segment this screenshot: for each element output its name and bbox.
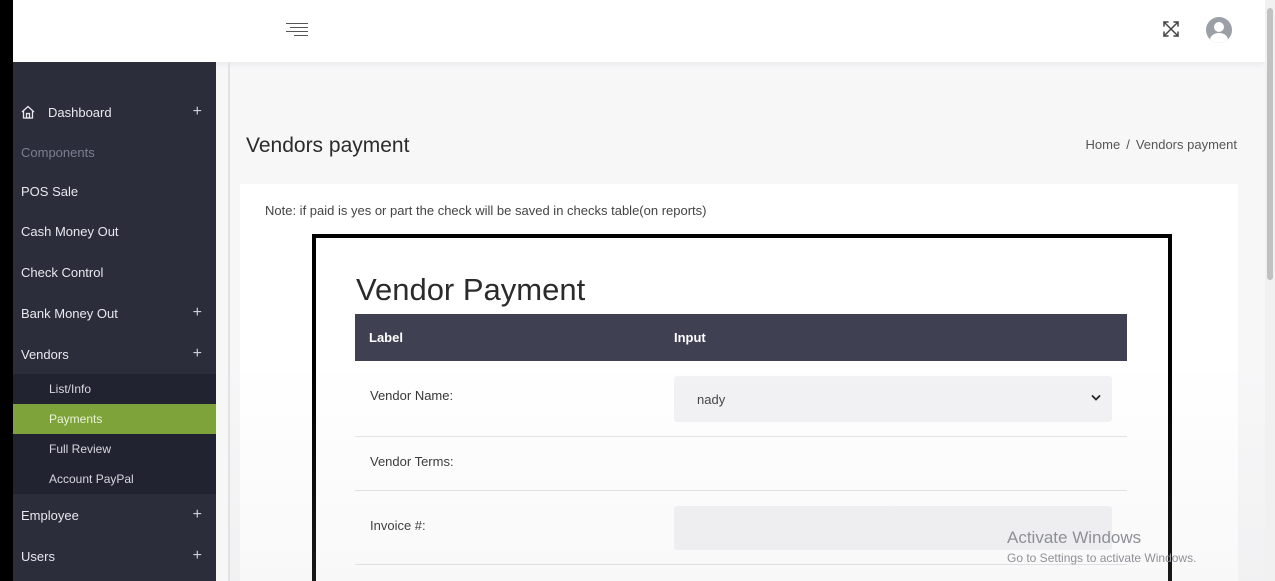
sidebar-item-label: Check Control	[21, 264, 104, 280]
vendor-name-value: nady	[697, 392, 726, 407]
sidebar-subitem-label: Payments	[49, 412, 103, 426]
sidebar-section-label: Components	[21, 144, 95, 160]
menu-icon[interactable]	[286, 21, 308, 39]
invoice-number-label: Invoice #:	[370, 518, 426, 533]
activate-windows-watermark: Activate Windows Go to Settings to activ…	[1007, 528, 1196, 565]
column-header-label: Label	[369, 330, 403, 345]
sidebar-section-components: Components	[13, 132, 216, 172]
sidebar-item-bank-money-out[interactable]: Bank Money Out +	[13, 293, 216, 333]
sidebar-subitem-account-paypal[interactable]: Account PayPal	[13, 464, 216, 494]
page-scrollbar[interactable]	[1265, 0, 1275, 581]
vendor-name-select[interactable]: nady	[674, 376, 1112, 422]
column-header-input: Input	[674, 330, 706, 345]
sidebar-item-label: Employee	[21, 507, 79, 523]
sidebar-item-label: Cash Money Out	[21, 223, 119, 239]
user-avatar-icon[interactable]	[1206, 17, 1232, 43]
sidebar-item-check-control[interactable]: Check Control	[13, 252, 216, 292]
vendors-submenu: List/Info Payments Full Review Account P…	[13, 374, 216, 494]
watermark-line-2: Go to Settings to activate Windows.	[1007, 551, 1197, 565]
expand-plus-icon: +	[192, 345, 202, 362]
sidebar-subitem-list-info[interactable]: List/Info	[13, 374, 216, 404]
sidebar-item-label: Users	[21, 548, 55, 564]
house-icon	[21, 105, 35, 119]
watermark-line-1: Activate Windows	[1007, 528, 1142, 547]
sidebar-item-label: Vendors	[21, 346, 69, 362]
sidebar-item-pos-sale[interactable]: POS Sale	[13, 171, 216, 211]
sidebar-item-cash-money-out[interactable]: Cash Money Out	[13, 211, 216, 251]
sidebar-subitem-label: Full Review	[49, 442, 112, 456]
expand-plus-icon: +	[192, 304, 202, 321]
payment-note: Note: if paid is yes or part the check w…	[265, 203, 707, 218]
sidebar-subitem-label: Account PayPal	[49, 472, 134, 486]
sidebar-item-dashboard[interactable]: Dashboard +	[13, 92, 216, 132]
sidebar-subitem-label: List/Info	[49, 382, 92, 396]
form-table-header: Label Input	[355, 314, 1127, 361]
breadcrumb-home-link[interactable]: Home	[1086, 137, 1121, 152]
sidebar-item-employee[interactable]: Employee +	[13, 495, 216, 535]
vendor-name-label: Vendor Name:	[370, 388, 454, 403]
left-edge-bar	[0, 0, 13, 581]
chevron-down-icon	[1091, 395, 1101, 401]
breadcrumb: Home / Vendors payment	[1086, 137, 1238, 152]
row-divider	[355, 436, 1127, 437]
content-divider	[228, 62, 230, 581]
sidebar-item-label: POS Sale	[21, 183, 79, 199]
vendor-terms-label: Vendor Terms:	[370, 454, 454, 469]
fullscreen-icon[interactable]	[1162, 20, 1180, 38]
sidebar-item-vendors[interactable]: Vendors +	[13, 334, 216, 374]
breadcrumb-separator: /	[1126, 137, 1130, 152]
page-title: Vendors payment	[246, 134, 410, 157]
expand-plus-icon: +	[192, 506, 202, 523]
expand-plus-icon: +	[192, 103, 202, 120]
sidebar-item-label: Dashboard	[48, 104, 112, 120]
expand-plus-icon: +	[192, 547, 202, 564]
sidebar-subitem-full-review[interactable]: Full Review	[13, 434, 216, 464]
breadcrumb-current: Vendors payment	[1135, 137, 1237, 152]
scrollbar-thumb[interactable]	[1267, 8, 1273, 280]
row-divider	[355, 490, 1127, 491]
sidebar-subitem-payments[interactable]: Payments	[13, 404, 216, 434]
sidebar: Dashboard + Components POS Sale Cash Mon…	[13, 62, 216, 581]
sidebar-item-users[interactable]: Users +	[13, 536, 216, 576]
sidebar-item-label: Bank Money Out	[21, 305, 118, 321]
top-bar	[13, 0, 1265, 62]
form-title: Vendor Payment	[356, 272, 586, 307]
